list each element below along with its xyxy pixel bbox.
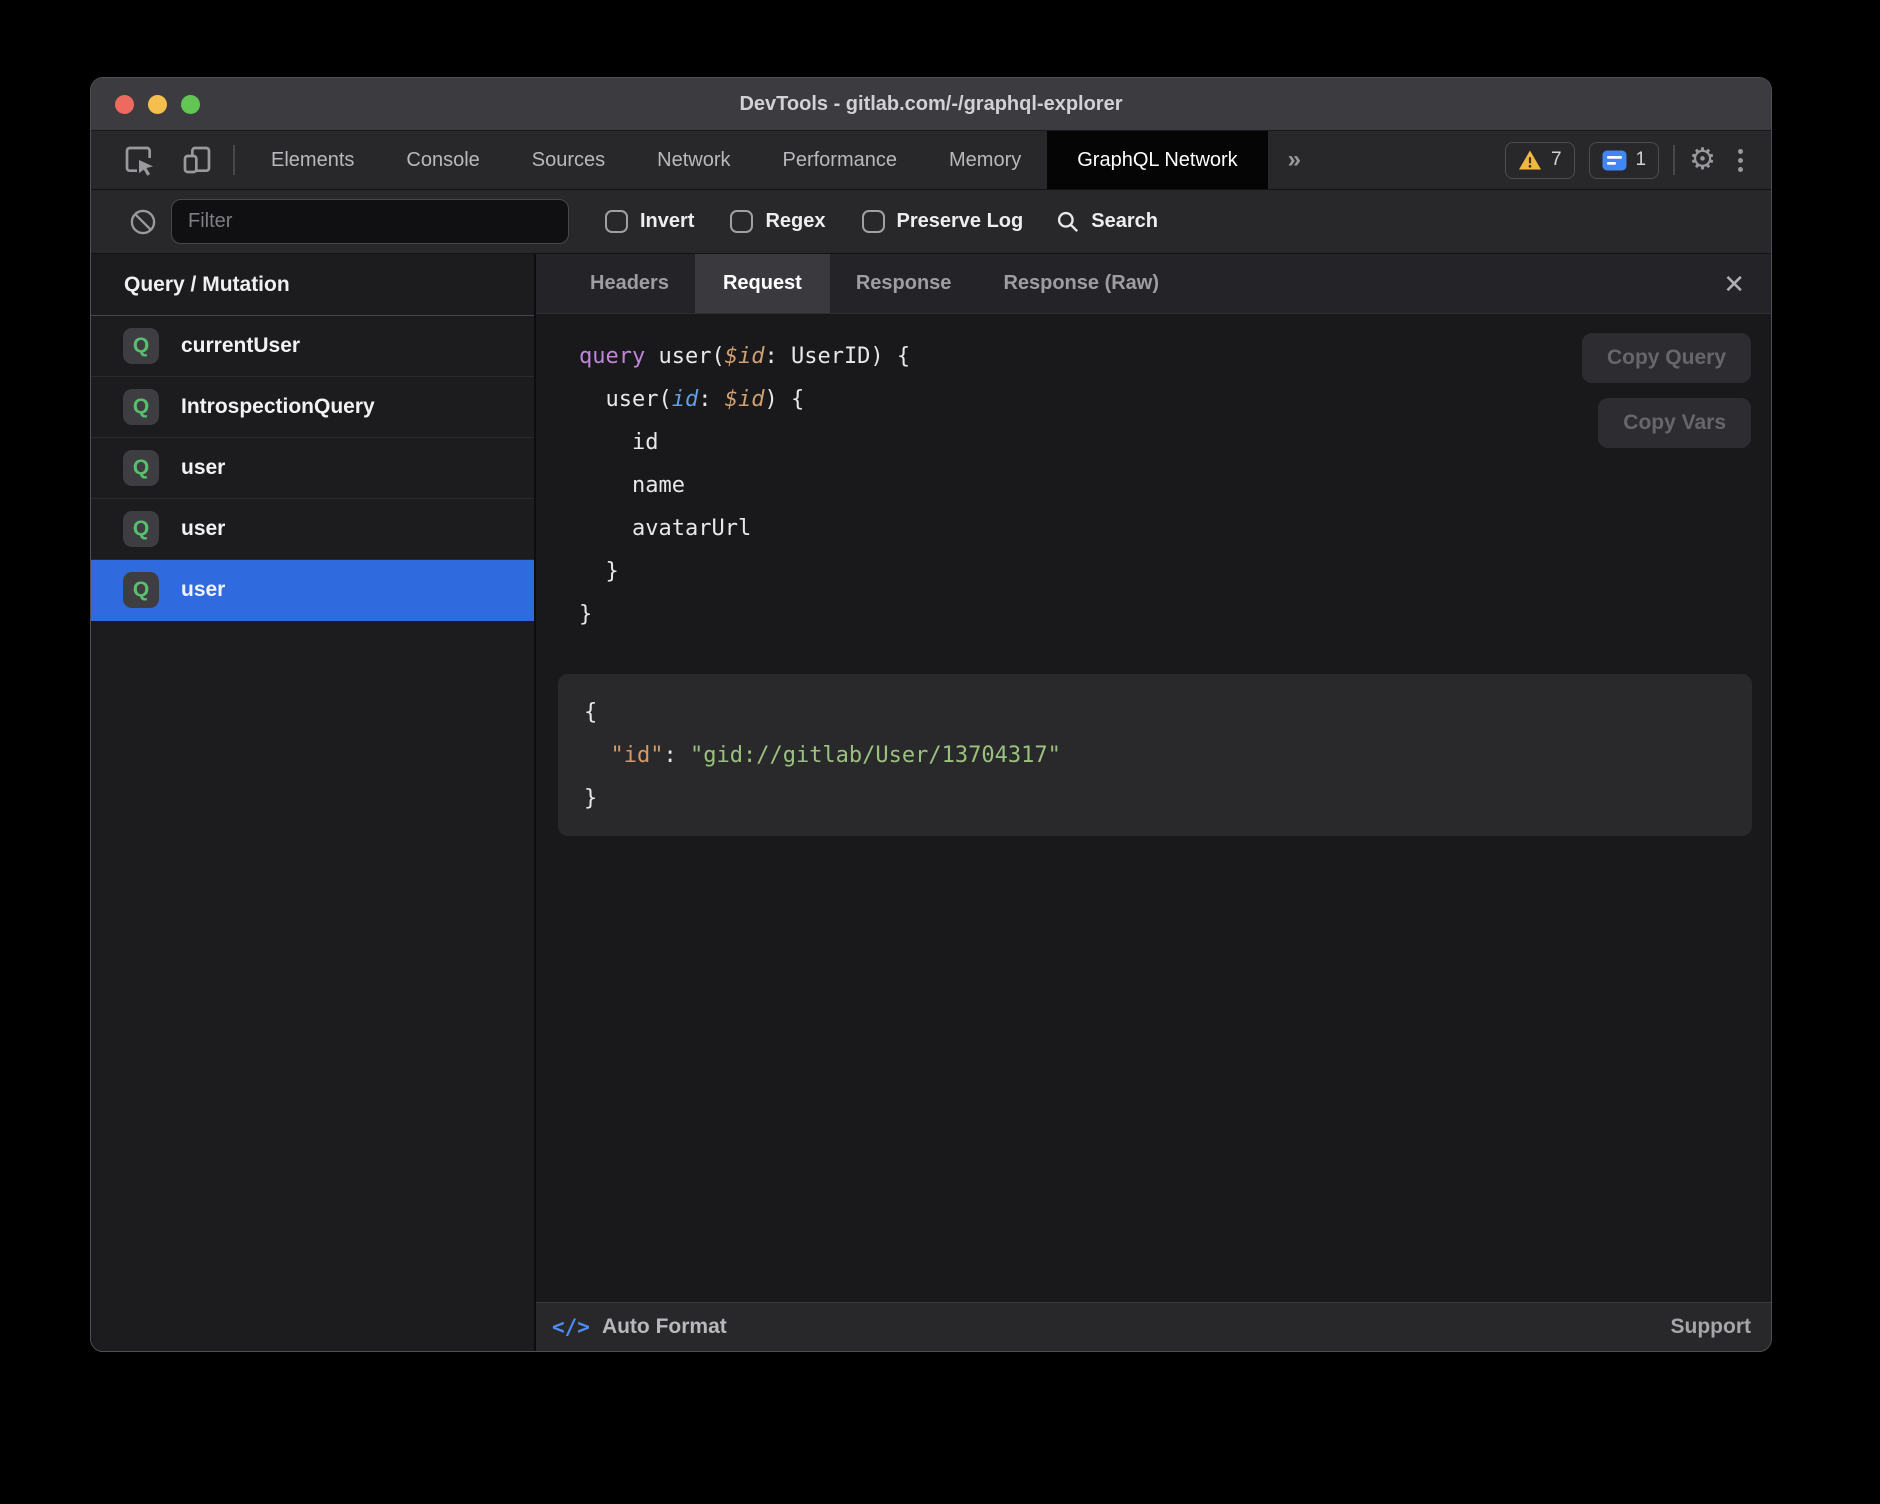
list-item-label: currentUser bbox=[181, 334, 300, 358]
search-icon bbox=[1055, 209, 1081, 235]
warning-count: 7 bbox=[1551, 149, 1562, 171]
code-line: query user($id: UserID) { bbox=[579, 335, 910, 378]
list-item[interactable]: Q user bbox=[91, 438, 534, 499]
auto-format-button[interactable]: </> Auto Format bbox=[552, 1315, 727, 1339]
device-toolbar-icon[interactable] bbox=[181, 144, 213, 176]
query-type-icon: Q bbox=[123, 511, 159, 547]
list-item[interactable]: Q currentUser bbox=[91, 316, 534, 377]
tab-memory[interactable]: Memory bbox=[923, 131, 1047, 189]
tab-network[interactable]: Network bbox=[631, 131, 756, 189]
query-type-icon: Q bbox=[123, 328, 159, 364]
tab-request[interactable]: Request bbox=[695, 254, 830, 313]
inspect-element-icon[interactable] bbox=[123, 144, 155, 176]
list-item[interactable]: Q IntrospectionQuery bbox=[91, 377, 534, 438]
list-item-label: user bbox=[181, 517, 225, 541]
code-line: user(id: $id) { bbox=[579, 378, 910, 421]
query-type-icon: Q bbox=[123, 572, 159, 608]
tab-sources[interactable]: Sources bbox=[506, 131, 631, 189]
window-title: DevTools - gitlab.com/-/graphql-explorer bbox=[91, 93, 1771, 116]
graphql-query-code: query user($id: UserID) { user(id: $id) … bbox=[579, 335, 910, 636]
tab-headers[interactable]: Headers bbox=[564, 254, 695, 313]
message-lines-icon bbox=[1602, 150, 1627, 171]
code-brackets-icon: </> bbox=[552, 1315, 590, 1339]
code-line: avatarUrl bbox=[579, 507, 910, 550]
tab-response-raw[interactable]: Response (Raw) bbox=[977, 254, 1185, 313]
auto-format-label: Auto Format bbox=[602, 1315, 727, 1339]
devtools-toolbar: Elements Console Sources Network Perform… bbox=[91, 131, 1771, 189]
close-icon[interactable]: ✕ bbox=[1715, 267, 1753, 301]
kebab-menu-icon[interactable] bbox=[1730, 149, 1751, 172]
tab-console[interactable]: Console bbox=[380, 131, 505, 189]
copy-vars-button[interactable]: Copy Vars bbox=[1598, 398, 1751, 448]
list-item[interactable]: Q user bbox=[91, 499, 534, 560]
filter-bar: Invert Regex Preserve Log Search bbox=[91, 189, 1771, 254]
query-list-panel: Query / Mutation Q currentUser Q Introsp… bbox=[91, 254, 536, 1351]
query-type-icon: Q bbox=[123, 389, 159, 425]
warning-triangle-icon bbox=[1518, 149, 1542, 171]
search-label: Search bbox=[1091, 210, 1158, 233]
query-type-icon: Q bbox=[123, 450, 159, 486]
filter-input[interactable] bbox=[171, 199, 569, 244]
query-list-header: Query / Mutation bbox=[91, 254, 534, 316]
issues-badge[interactable]: 1 bbox=[1589, 142, 1660, 179]
code-line: } bbox=[579, 593, 910, 636]
preserve-log-checkbox[interactable] bbox=[862, 210, 885, 233]
list-item-label: user bbox=[181, 578, 225, 602]
tab-performance[interactable]: Performance bbox=[757, 131, 924, 189]
code-line: } bbox=[579, 550, 910, 593]
toolbar-separator bbox=[233, 145, 235, 175]
tab-elements[interactable]: Elements bbox=[245, 131, 380, 189]
query-variables-box: { "id": "gid://gitlab/User/13704317" } bbox=[558, 674, 1752, 836]
code-line: name bbox=[579, 464, 910, 507]
invert-checkbox[interactable] bbox=[605, 210, 628, 233]
warnings-badge[interactable]: 7 bbox=[1505, 142, 1575, 179]
toolbar-right-separator bbox=[1673, 145, 1675, 175]
code-line: "id": "gid://gitlab/User/13704317" bbox=[584, 734, 1752, 777]
block-clear-icon[interactable] bbox=[129, 208, 157, 236]
preserve-log-label: Preserve Log bbox=[897, 210, 1024, 233]
detail-panel: Headers Request Response Response (Raw) … bbox=[536, 254, 1771, 1351]
title-bar: DevTools - gitlab.com/-/graphql-explorer bbox=[91, 78, 1771, 131]
toolbar-tabs: Elements Console Sources Network Perform… bbox=[245, 131, 1321, 189]
invert-label: Invert bbox=[640, 210, 694, 233]
regex-label: Regex bbox=[765, 210, 825, 233]
request-content: query user($id: UserID) { user(id: $id) … bbox=[536, 314, 1771, 1302]
list-item-label: user bbox=[181, 456, 225, 480]
panel-footer: </> Auto Format Support bbox=[536, 1302, 1771, 1351]
code-line: id bbox=[579, 421, 910, 464]
tab-graphql-network[interactable]: GraphQL Network bbox=[1047, 131, 1267, 189]
copy-query-button[interactable]: Copy Query bbox=[1582, 333, 1751, 383]
settings-gear-icon[interactable]: ⚙ bbox=[1689, 145, 1716, 175]
search-button[interactable]: Search bbox=[1055, 209, 1158, 235]
support-link[interactable]: Support bbox=[1671, 1315, 1751, 1339]
list-item-selected[interactable]: Q user bbox=[91, 560, 534, 621]
tab-response[interactable]: Response bbox=[830, 254, 978, 313]
issues-count: 1 bbox=[1636, 149, 1647, 171]
code-line: { bbox=[584, 691, 1752, 734]
detail-tabs: Headers Request Response Response (Raw) … bbox=[536, 254, 1771, 314]
more-tabs-chevron-icon[interactable]: » bbox=[1268, 131, 1321, 189]
devtools-window: DevTools - gitlab.com/-/graphql-explorer… bbox=[90, 77, 1772, 1352]
code-line: } bbox=[584, 777, 1752, 820]
regex-checkbox[interactable] bbox=[730, 210, 753, 233]
list-item-label: IntrospectionQuery bbox=[181, 395, 375, 419]
